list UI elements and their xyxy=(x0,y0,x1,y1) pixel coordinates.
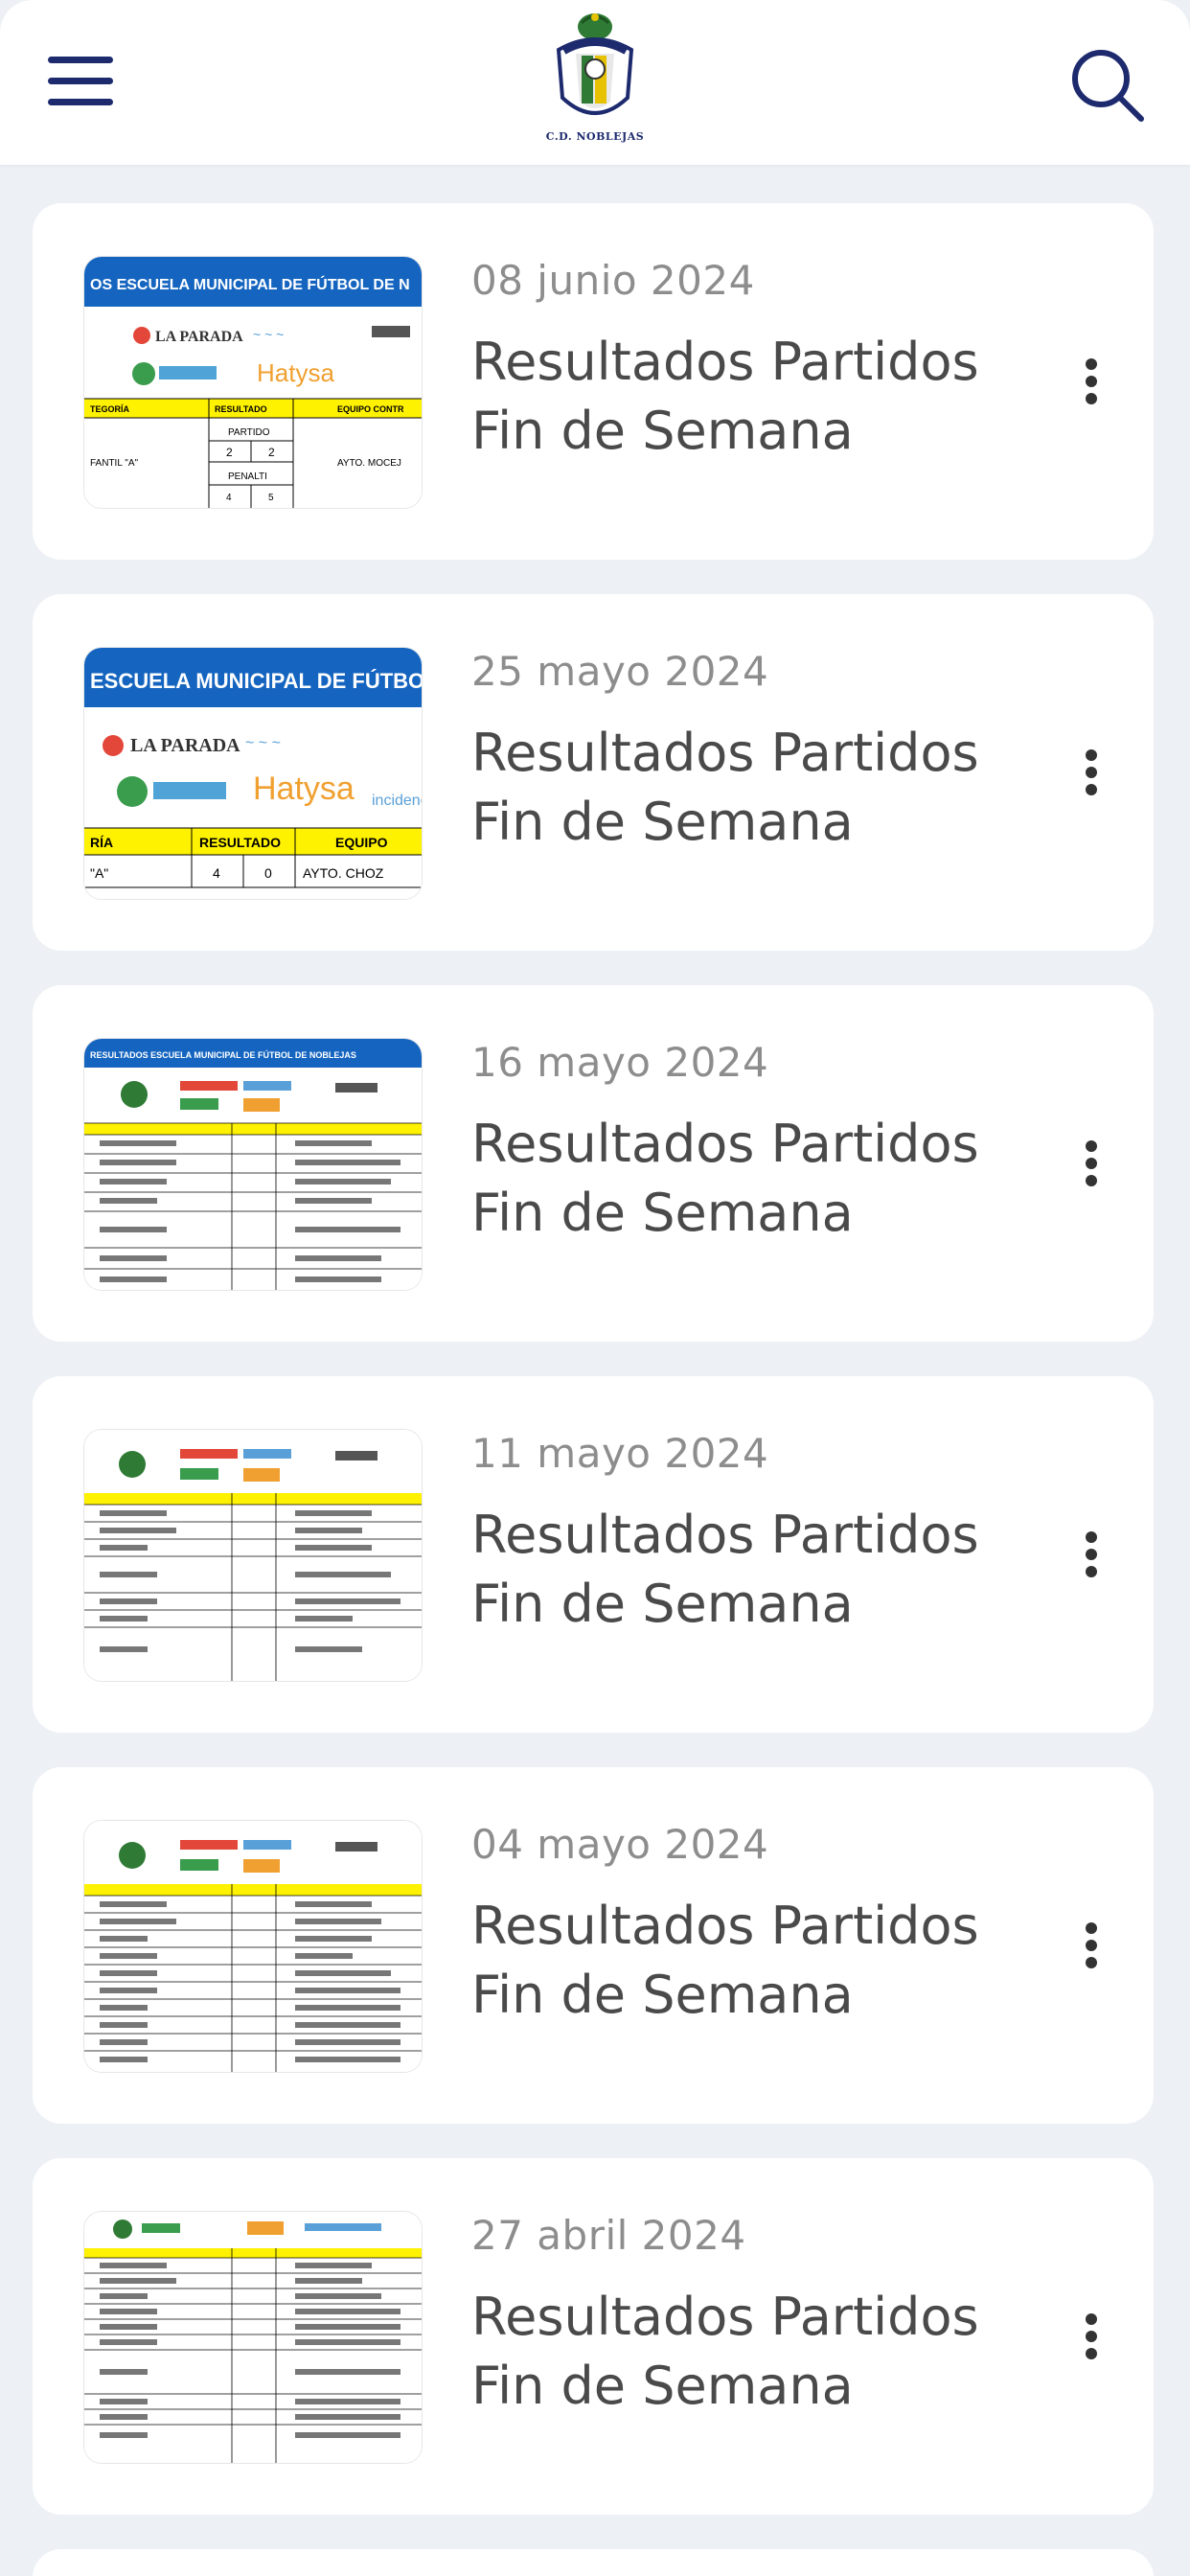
post-thumbnail[interactable]: RESULTADOS ESCUELA MUNICIPAL DE FÚTBOL D… xyxy=(84,1039,422,1290)
svg-text:~ ~ ~: ~ ~ ~ xyxy=(253,327,284,342)
search-icon[interactable] xyxy=(1059,38,1155,134)
post-card[interactable]: ESCUELA MUNICIPAL DE FÚTBOL LA PARADA ~ … xyxy=(33,594,1154,951)
post-card[interactable]: RESULTADOS ESCUELA MUNICIPAL DE FÚTBOL D… xyxy=(33,985,1154,1342)
thumb-cell: "A" xyxy=(90,865,108,881)
thumb-header: EQUIPO xyxy=(335,835,388,850)
more-vert-icon[interactable] xyxy=(1048,1119,1134,1206)
post-title[interactable]: Resultados Partidos Fin de Semana xyxy=(471,1501,1046,1639)
post-title[interactable]: Resultados Partidos Fin de Semana xyxy=(471,328,1046,466)
thumb-cell: PENALTI xyxy=(228,472,267,482)
hamburger-menu-icon[interactable] xyxy=(38,48,125,115)
club-crest-logo[interactable]: C.D. NOBLEJAS xyxy=(532,6,658,150)
more-vert-icon[interactable] xyxy=(1048,728,1134,815)
post-thumbnail[interactable] xyxy=(84,2212,422,2463)
logo-caption: C.D. NOBLEJAS xyxy=(545,130,645,143)
post-card[interactable]: 11 mayo 2024 Resultados Partidos Fin de … xyxy=(33,1376,1154,1733)
posts-list: OS ESCUELA MUNICIPAL DE FÚTBOL DE N LA P… xyxy=(33,203,1154,2576)
post-date: 27 abril 2024 xyxy=(471,2212,746,2259)
more-vert-icon[interactable] xyxy=(1048,1901,1134,1988)
svg-text:~ ~ ~: ~ ~ ~ xyxy=(245,735,281,751)
post-date: 04 mayo 2024 xyxy=(471,1821,769,1868)
post-card[interactable]: OS ESCUELA MUNICIPAL DE FÚTBOL DE N LA P… xyxy=(33,203,1154,560)
thumb-header: RESULTADO xyxy=(215,404,267,414)
sponsor-text: LA PARADA xyxy=(155,329,243,345)
post-date: 11 mayo 2024 xyxy=(471,1430,769,1477)
thumb-cell: 2 xyxy=(268,446,275,459)
post-date: 16 mayo 2024 xyxy=(471,1039,769,1086)
post-thumbnail[interactable]: OS ESCUELA MUNICIPAL DE FÚTBOL DE N LA P… xyxy=(84,257,422,508)
svg-text:incidenc: incidenc xyxy=(372,793,422,809)
post-title[interactable]: Resultados Partidos Fin de Semana xyxy=(471,1110,1046,1248)
thumb-banner: OS ESCUELA MUNICIPAL DE FÚTBOL DE N xyxy=(90,275,410,293)
thumb-header: TEGORÍA xyxy=(90,404,130,414)
post-card[interactable]: 04 mayo 2024 Resultados Partidos Fin de … xyxy=(33,1767,1154,2124)
post-card[interactable]: 27 abril 2024 Resultados Partidos Fin de… xyxy=(33,2158,1154,2515)
thumb-header: EQUIPO CONTR xyxy=(337,404,404,414)
thumb-cell: 4 xyxy=(213,865,220,881)
post-title[interactable]: Resultados Partidos Fin de Semana xyxy=(471,2283,1046,2421)
thumb-banner: ESCUELA MUNICIPAL DE FÚTBOL xyxy=(90,669,422,693)
sponsor-text: Hatysa xyxy=(257,358,334,387)
post-date: 08 junio 2024 xyxy=(471,257,755,304)
post-date: 25 mayo 2024 xyxy=(471,648,769,695)
thumb-header: RESULTADO xyxy=(199,835,281,850)
more-vert-icon[interactable] xyxy=(1048,2292,1134,2379)
thumb-cell: 5 xyxy=(268,493,274,503)
thumb-cell: FANTIL "A" xyxy=(90,458,139,469)
more-vert-icon[interactable] xyxy=(1048,1510,1134,1597)
thumb-cell: AYTO. MOCEJ xyxy=(337,458,401,469)
thumb-cell: AYTO. CHOZ xyxy=(303,865,384,881)
more-vert-icon[interactable] xyxy=(1048,337,1134,424)
post-card-partial[interactable] xyxy=(33,2549,1154,2576)
post-thumbnail[interactable] xyxy=(84,1821,422,2072)
post-thumbnail[interactable] xyxy=(84,1430,422,1681)
sponsor-text: LA PARADA xyxy=(130,735,240,756)
thumb-cell: PARTIDO xyxy=(228,427,270,438)
sponsor-text: Hatysa xyxy=(253,770,355,807)
thumb-cell: 0 xyxy=(264,865,272,881)
post-title[interactable]: Resultados Partidos Fin de Semana xyxy=(471,1892,1046,2030)
post-title[interactable]: Resultados Partidos Fin de Semana xyxy=(471,719,1046,857)
thumb-banner: RESULTADOS ESCUELA MUNICIPAL DE FÚTBOL D… xyxy=(90,1049,356,1060)
post-thumbnail[interactable]: ESCUELA MUNICIPAL DE FÚTBOL LA PARADA ~ … xyxy=(84,648,422,899)
thumb-cell: 2 xyxy=(226,446,233,459)
top-app-bar: C.D. NOBLEJAS xyxy=(0,0,1190,165)
thumb-cell: 4 xyxy=(226,493,232,503)
thumb-header: RÍA xyxy=(90,835,113,850)
